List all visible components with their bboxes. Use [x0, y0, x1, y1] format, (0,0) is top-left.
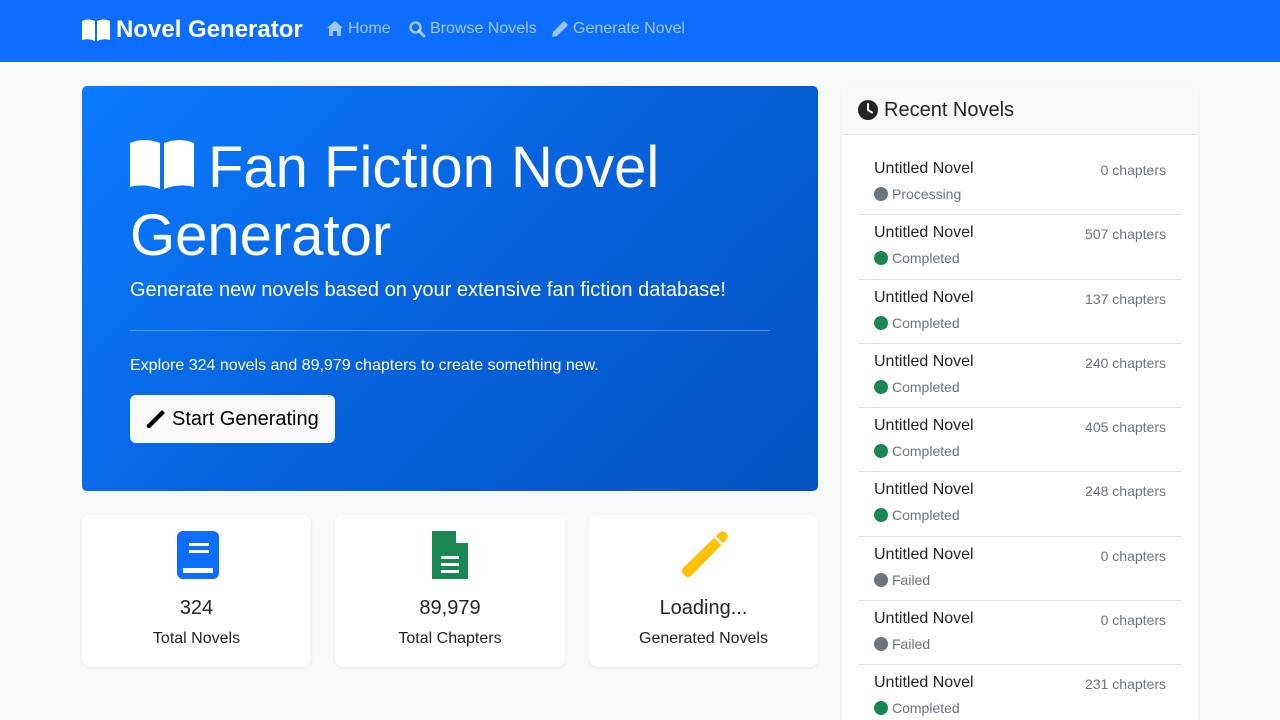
clock-icon: [858, 100, 878, 120]
novel-chapters: 231 chapters: [1085, 676, 1166, 693]
hero-divider: [130, 330, 770, 331]
status-dot-icon: [874, 315, 888, 330]
navbar: Novel Generator Home Browse Novels Gener…: [0, 0, 1280, 62]
stat-card-total-chapters: 89,979 Total Chapters: [335, 515, 565, 667]
hero-title: Fan Fiction Novel Generator: [130, 134, 770, 270]
stat-card-generated-novels: Loading... Generated Novels: [589, 515, 818, 667]
novel-status: Completed: [874, 507, 960, 523]
list-item[interactable]: Untitled Novel 507 chapters Completed: [858, 215, 1182, 280]
stat-value: Loading...: [659, 597, 748, 619]
stat-label: Total Chapters: [398, 630, 502, 647]
hero-title-text: Fan Fiction Novel Generator: [130, 135, 660, 268]
novel-chapters: 0 chapters: [1100, 162, 1166, 178]
hero-section: Fan Fiction Novel Generator Generate new…: [82, 86, 818, 491]
novel-status-label: Failed: [892, 571, 931, 588]
magic-wand-icon: [681, 531, 728, 577]
novel-chapters: 0 chapters: [1100, 547, 1166, 564]
status-dot-icon: [874, 572, 888, 587]
list-item[interactable]: Untitled Novel 0 chapters Processing: [858, 151, 1182, 216]
start-generating-button[interactable]: Start Generating: [130, 395, 335, 443]
status-dot-icon: [874, 444, 888, 459]
novel-status-label: Failed: [892, 636, 931, 653]
recent-novels-title: Recent Novels: [884, 98, 1015, 121]
stat-label: Total Novels: [152, 630, 241, 647]
novel-status: Completed: [874, 250, 960, 266]
novel-title: Untitled Novel: [874, 417, 974, 435]
stat-card-total-novels: 324 Total Novels: [82, 515, 311, 667]
novel-chapters: 137 chapters: [1085, 290, 1166, 307]
book-open-icon: [82, 19, 110, 41]
novel-title: Untitled Novel: [874, 545, 974, 563]
list-item[interactable]: Untitled Novel 405 chapters Completed: [858, 408, 1182, 473]
novel-chapters: 248 chapters: [1085, 483, 1166, 500]
home-icon: [327, 21, 343, 36]
novel-status-label: Completed: [892, 314, 960, 331]
status-dot-icon: [874, 251, 888, 266]
stat-label: Generated Novels: [639, 630, 768, 647]
novel-status: Completed: [874, 379, 960, 395]
recent-novels-list: Untitled Novel 0 chapters Processing Unt…: [858, 151, 1182, 720]
recent-novels-panel: Recent Novels Untitled Novel 0 chapters …: [842, 86, 1198, 720]
list-item[interactable]: Untitled Novel 137 chapters Completed: [858, 280, 1182, 344]
nav-generate-novel[interactable]: Generate Novel: [551, 20, 685, 38]
novel-status-label: Completed: [892, 443, 960, 460]
novel-status-label: Processing: [892, 186, 962, 202]
novel-title: Untitled Novel: [874, 224, 974, 242]
status-dot-icon: [874, 701, 888, 716]
status-dot-icon: [874, 508, 888, 523]
novel-chapters: 405 chapters: [1085, 419, 1166, 436]
recent-novels-header: Recent Novels: [842, 86, 1198, 135]
status-dot-icon: [874, 187, 888, 201]
novel-title: Untitled Novel: [874, 288, 974, 306]
novel-status: Failed: [874, 636, 930, 652]
list-item[interactable]: Untitled Novel 0 chapters Failed: [858, 601, 1182, 666]
status-dot-icon: [874, 637, 888, 652]
novel-chapters: 240 chapters: [1085, 354, 1166, 371]
stat-value: 89,979: [419, 597, 481, 619]
list-item[interactable]: Untitled Novel 0 chapters Failed: [858, 537, 1182, 602]
novel-title: Untitled Novel: [874, 352, 974, 370]
nav-generate-label: Generate Novel: [573, 20, 686, 37]
novel-title: Untitled Novel: [874, 481, 974, 499]
nav-home[interactable]: Home: [326, 20, 391, 38]
novel-chapters: 0 chapters: [1100, 612, 1166, 629]
status-dot-icon: [874, 379, 888, 394]
novel-status: Completed: [874, 443, 960, 459]
novel-title: Untitled Novel: [874, 610, 974, 628]
list-item[interactable]: Untitled Novel 231 chapters Completed: [858, 665, 1182, 720]
nav-home-label: Home: [348, 20, 391, 37]
novel-status-label: Completed: [892, 250, 960, 267]
novel-title: Untitled Novel: [874, 160, 974, 177]
novel-status: Processing: [874, 186, 961, 202]
stat-value: 324: [179, 597, 214, 619]
novel-status-label: Completed: [892, 507, 960, 524]
hero-subtitle: Generate new novels based on your extens…: [130, 279, 726, 301]
novel-status: Failed: [874, 572, 930, 588]
novel-status-label: Completed: [892, 700, 960, 717]
file-text-icon: [432, 531, 468, 579]
pencil-icon: [552, 21, 568, 37]
hero-explore-text: Explore 324 novels and 89,979 chapters t…: [130, 357, 599, 374]
book-open-icon: [130, 140, 194, 189]
novel-status-label: Completed: [892, 378, 960, 395]
novel-chapters: 507 chapters: [1085, 226, 1166, 243]
novel-title: Untitled Novel: [874, 674, 974, 692]
brand-link[interactable]: Novel Generator: [82, 16, 303, 44]
brand-title: Novel Generator: [116, 16, 303, 43]
list-item[interactable]: Untitled Novel 240 chapters Completed: [858, 344, 1182, 409]
search-icon: [409, 21, 426, 38]
book-icon: [176, 531, 219, 579]
novel-status: Completed: [874, 315, 960, 331]
list-item[interactable]: Untitled Novel 248 chapters Completed: [858, 472, 1182, 537]
nav-browse-label: Browse Novels: [430, 20, 537, 37]
magic-wand-icon: [146, 410, 165, 428]
novel-status: Completed: [874, 700, 960, 716]
start-generating-label: Start Generating: [172, 407, 319, 430]
nav-browse-novels[interactable]: Browse Novels: [408, 20, 537, 38]
